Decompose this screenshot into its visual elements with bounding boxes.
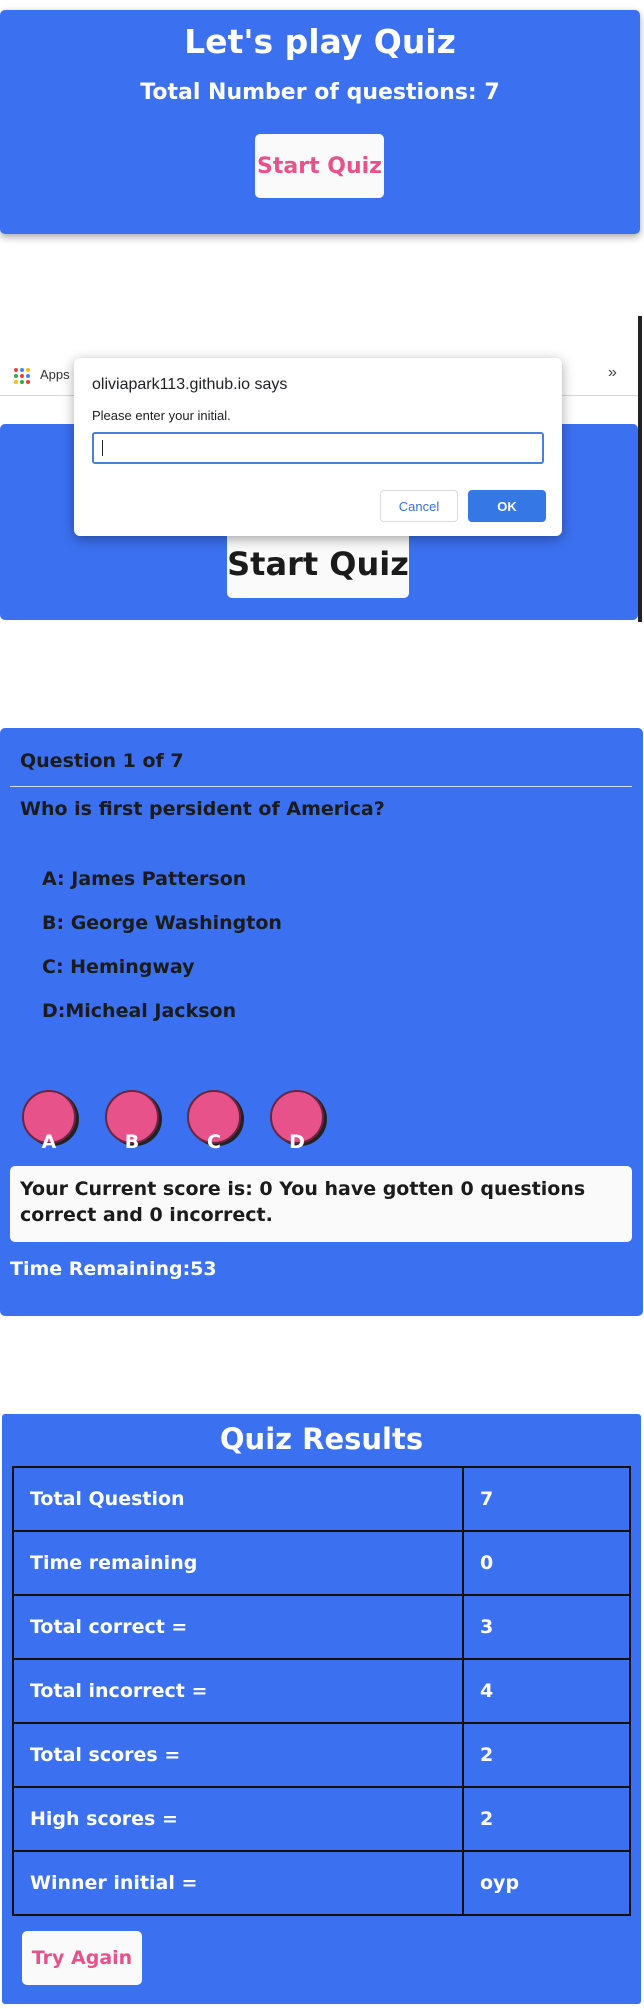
row-value: 3 (462, 1594, 631, 1660)
question-total: Total Number of questions: 7 (140, 80, 500, 105)
current-score-text: Your Current score is: 0 You have gotten… (10, 1166, 632, 1242)
table-row: Total correct = 3 (12, 1594, 631, 1660)
row-value: 2 (462, 1786, 631, 1852)
table-row: Total scores = 2 (12, 1722, 631, 1788)
row-label: Total scores = (12, 1722, 464, 1788)
initial-prompt-dialog: oliviapark113.github.io says Please ente… (74, 358, 562, 536)
option-c-text: C: Hemingway (42, 956, 195, 978)
ok-button[interactable]: OK (468, 490, 546, 522)
table-row: Winner initial = oyp (12, 1850, 631, 1916)
row-value: 4 (462, 1658, 631, 1724)
option-d-text: D:Micheal Jackson (42, 1000, 237, 1022)
text-caret (102, 440, 103, 456)
answer-d-button[interactable]: D (270, 1090, 324, 1152)
row-value: 2 (462, 1722, 631, 1788)
question-counter: Question 1 of 7 (20, 750, 184, 772)
apps-bookmark-label[interactable]: Apps (40, 367, 70, 382)
table-row: Total Question 7 (12, 1466, 631, 1532)
start-quiz-button-large[interactable]: Start Quiz (227, 530, 409, 598)
table-row: Time remaining 0 (12, 1530, 631, 1596)
results-title: Quiz Results (219, 1422, 424, 1456)
divider (10, 786, 632, 787)
answer-a-button[interactable]: A (22, 1090, 76, 1152)
dialog-title: oliviapark113.github.io says (92, 376, 288, 393)
apps-grid-icon[interactable] (14, 368, 30, 384)
answer-a-label: A (41, 1131, 57, 1153)
row-label: Total correct = (12, 1594, 464, 1660)
question-text: Who is first persident of America? (20, 798, 385, 820)
window-edge (638, 316, 642, 622)
quiz-title: Let's play Quiz (184, 22, 456, 61)
option-b-text: B: George Washington (42, 912, 282, 934)
table-row: Total incorrect = 4 (12, 1658, 631, 1724)
row-label: Total Question (12, 1466, 464, 1532)
row-label: Time remaining (12, 1530, 464, 1596)
try-again-button[interactable]: Try Again (22, 1931, 142, 1985)
answer-b-button[interactable]: B (105, 1090, 159, 1152)
results-table: Total Question 7 Time remaining 0 Total co… (12, 1466, 631, 1916)
answer-b-label: B (124, 1131, 140, 1153)
initial-input[interactable] (92, 432, 544, 464)
row-value: oyp (462, 1850, 631, 1916)
row-label: Total incorrect = (12, 1658, 464, 1724)
row-value: 0 (462, 1530, 631, 1596)
time-remaining: Time Remaining:53 (10, 1258, 217, 1280)
dialog-message: Please enter your initial. (92, 408, 231, 423)
table-row: High scores = 2 (12, 1786, 631, 1852)
cancel-button[interactable]: Cancel (380, 490, 458, 522)
bookmarks-overflow-icon[interactable]: » (608, 364, 617, 382)
row-label: High scores = (12, 1786, 464, 1852)
answer-d-label: D (289, 1131, 305, 1153)
row-label: Winner initial = (12, 1850, 464, 1916)
answer-c-label: C (207, 1131, 221, 1153)
row-value: 7 (462, 1466, 631, 1532)
answer-c-button[interactable]: C (187, 1090, 241, 1152)
start-quiz-button[interactable]: Start Quiz (255, 134, 384, 198)
option-a-text: A: James Patterson (42, 868, 247, 890)
